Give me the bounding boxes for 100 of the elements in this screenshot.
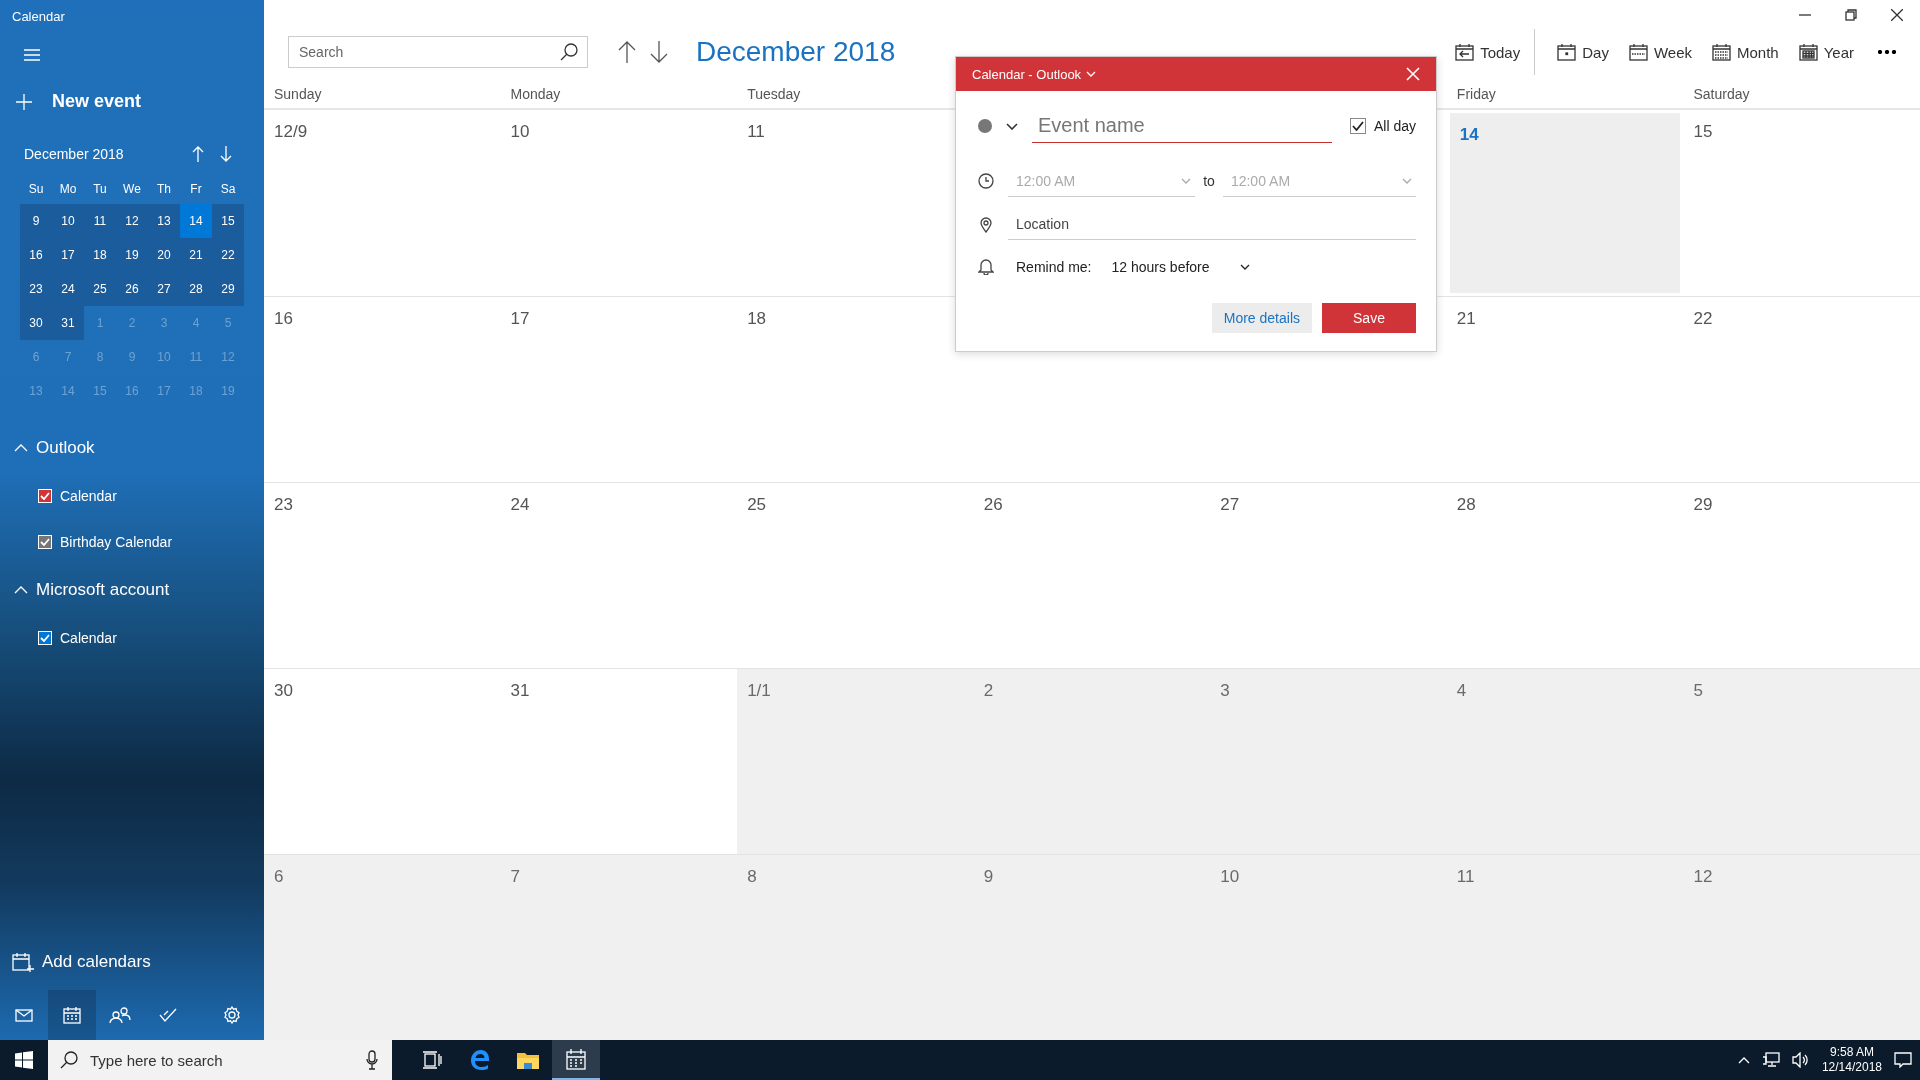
mini-calendar-day[interactable]: 31 bbox=[52, 306, 84, 340]
day-cell[interactable]: 15 bbox=[1683, 110, 1920, 296]
taskbar-search-field[interactable]: Type here to search bbox=[48, 1040, 392, 1080]
mini-calendar-day[interactable]: 9 bbox=[20, 204, 52, 238]
day-cell[interactable]: 17 bbox=[500, 297, 738, 482]
mini-calendar-day[interactable]: 19 bbox=[116, 238, 148, 272]
close-icon bbox=[1406, 67, 1420, 81]
view-button[interactable]: Month bbox=[1702, 37, 1789, 67]
day-cell[interactable]: 4 bbox=[1446, 669, 1684, 854]
clock[interactable]: 9:58 AM 12/14/2018 bbox=[1821, 1045, 1882, 1075]
day-cell[interactable]: 22 bbox=[1683, 297, 1920, 482]
view-button[interactable]: Year bbox=[1788, 37, 1864, 67]
color-dot bbox=[978, 119, 992, 133]
mini-calendar-day[interactable]: 15 bbox=[212, 204, 244, 238]
all-day-checkbox[interactable]: All day bbox=[1349, 118, 1416, 134]
day-cell[interactable]: 10 bbox=[1210, 855, 1447, 1040]
weekday-header: Saturday bbox=[1693, 86, 1750, 102]
mini-calendar-day[interactable]: 23 bbox=[20, 272, 52, 306]
mini-calendar-day[interactable]: 27 bbox=[148, 272, 180, 306]
mini-calendar-day[interactable]: 10 bbox=[52, 204, 84, 238]
mini-calendar-day[interactable]: 22 bbox=[212, 238, 244, 272]
checkbox[interactable] bbox=[1349, 118, 1366, 134]
save-button[interactable]: Save bbox=[1322, 303, 1416, 333]
day-cell[interactable]: 18 bbox=[737, 297, 974, 482]
more-details-button[interactable]: More details bbox=[1211, 303, 1312, 333]
network-button[interactable] bbox=[1761, 1052, 1780, 1068]
day-cell[interactable]: 27 bbox=[1210, 483, 1447, 668]
mini-calendar-day[interactable]: 24 bbox=[52, 272, 84, 306]
day-cell[interactable]: 9 bbox=[973, 855, 1211, 1040]
day-cell[interactable]: 1/1 bbox=[737, 669, 974, 854]
volume-button[interactable] bbox=[1791, 1052, 1810, 1068]
calendar-month-icon bbox=[1712, 43, 1731, 61]
mini-calendar-day[interactable]: 28 bbox=[180, 272, 212, 306]
calendar-add-icon bbox=[12, 952, 34, 972]
mini-calendar-day[interactable]: 12 bbox=[116, 204, 148, 238]
weekday-header: Tuesday bbox=[747, 86, 801, 102]
calendar-button[interactable] bbox=[48, 990, 96, 1040]
windows-logo-icon bbox=[15, 1051, 33, 1069]
bell-icon bbox=[978, 258, 994, 275]
mini-calendar-day[interactable]: 20 bbox=[148, 238, 180, 272]
show-hidden-icons-button[interactable] bbox=[1737, 1056, 1750, 1064]
mini-calendar-day[interactable]: 11 bbox=[84, 204, 116, 238]
browser-icon bbox=[469, 1049, 491, 1071]
previous-button[interactable] bbox=[618, 41, 636, 63]
mini-calendar-day[interactable]: 25 bbox=[84, 272, 116, 306]
weekday-header: Sunday bbox=[274, 86, 322, 102]
arrow-down-icon bbox=[220, 146, 232, 162]
mini-calendar-day[interactable]: 30 bbox=[20, 306, 52, 340]
chevron-down-icon bbox=[1006, 122, 1018, 130]
day-cell[interactable]: 2 bbox=[973, 669, 1211, 854]
day-cell[interactable]: 16 bbox=[264, 297, 501, 482]
day-cell[interactable]: 7 bbox=[500, 855, 738, 1040]
mini-calendar-day[interactable]: 26 bbox=[116, 272, 148, 306]
arrow-up-icon bbox=[192, 146, 204, 162]
day-cell[interactable]: 23 bbox=[264, 483, 501, 668]
day-cell[interactable]: 24 bbox=[500, 483, 738, 668]
day-cell[interactable]: 6 bbox=[264, 855, 501, 1040]
day-cell[interactable]: 30 bbox=[264, 669, 501, 854]
chevron-icon bbox=[14, 586, 28, 594]
view-button[interactable]: Week bbox=[1618, 37, 1702, 67]
day-cell[interactable]: 11 bbox=[1446, 855, 1684, 1040]
day-cell[interactable]: 31 bbox=[500, 669, 738, 854]
reminder-dropdown[interactable]: 12 hours before bbox=[1111, 258, 1250, 275]
calendar-group-header[interactable]: Microsoft account bbox=[14, 580, 170, 600]
mini-calendar-day[interactable]: 13 bbox=[148, 204, 180, 238]
day-cell[interactable]: 14 bbox=[1449, 113, 1681, 293]
mini-calendar-day[interactable]: 18 bbox=[84, 238, 116, 272]
calendar-app-button[interactable] bbox=[552, 1040, 600, 1080]
calendar-group-header[interactable]: Outlook bbox=[14, 438, 95, 458]
mini-calendar-day[interactable]: 21 bbox=[180, 238, 212, 272]
month-title: December 2018 bbox=[696, 36, 896, 68]
chevron-down-icon bbox=[1181, 177, 1192, 184]
view-button[interactable]: Day bbox=[1547, 37, 1619, 67]
mini-calendar-day[interactable]: 29 bbox=[212, 272, 244, 306]
view-button[interactable]: Today bbox=[1445, 37, 1531, 67]
day-cell[interactable]: 12/9 bbox=[264, 110, 501, 296]
day-cell[interactable]: 5 bbox=[1683, 669, 1920, 854]
people-icon bbox=[109, 1006, 131, 1024]
day-cell[interactable]: 28 bbox=[1446, 483, 1684, 668]
day-cell[interactable]: 12 bbox=[1683, 855, 1920, 1040]
day-cell[interactable]: 21 bbox=[1446, 297, 1684, 482]
calendar-name: Calendar bbox=[60, 488, 117, 504]
calendar-day-icon bbox=[1557, 43, 1577, 61]
close-icon bbox=[1891, 9, 1903, 21]
close-button[interactable] bbox=[1406, 67, 1420, 81]
day-cell[interactable]: 8 bbox=[737, 855, 974, 1040]
mini-calendar-day[interactable]: 17 bbox=[52, 238, 84, 272]
day-cell[interactable]: 25 bbox=[737, 483, 974, 668]
add-calendars-button[interactable]: Add calendars bbox=[0, 952, 151, 990]
mini-calendar-day[interactable]: 14 bbox=[180, 204, 212, 238]
day-cell[interactable]: 10 bbox=[500, 110, 738, 296]
day-cell[interactable]: 26 bbox=[973, 483, 1211, 668]
mini-calendar-day[interactable]: 16 bbox=[20, 238, 52, 272]
action-center-button[interactable] bbox=[1894, 1052, 1912, 1068]
new-event-button[interactable]: New event bbox=[16, 91, 142, 112]
account-dropdown[interactable]: Calendar - Outlook bbox=[972, 66, 1097, 82]
day-cell[interactable]: 29 bbox=[1683, 483, 1920, 668]
day-cell[interactable]: 3 bbox=[1210, 669, 1447, 854]
search-field[interactable]: Search bbox=[288, 36, 588, 68]
next-button[interactable] bbox=[650, 41, 668, 63]
